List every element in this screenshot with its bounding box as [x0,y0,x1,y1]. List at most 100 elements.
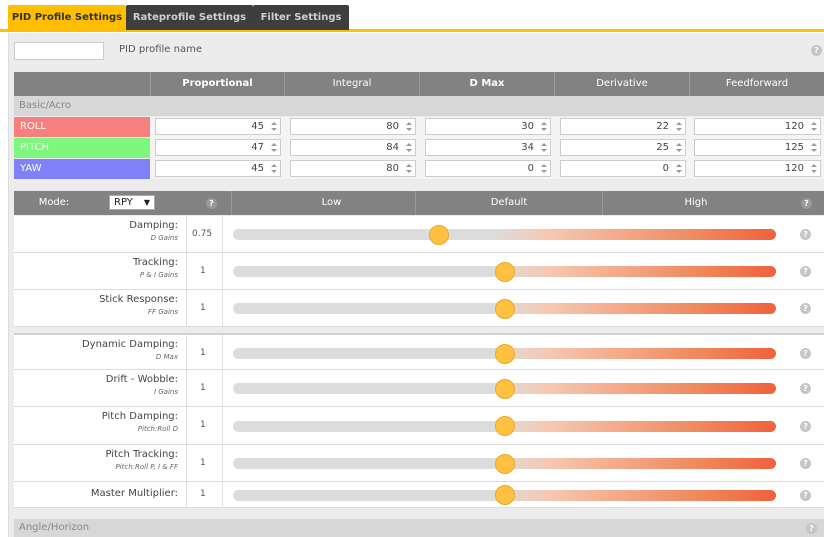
help-icon[interactable]: ? [801,198,812,209]
value-text: 80 [386,163,399,174]
value-text: 120 [784,121,804,132]
spinner-icon[interactable] [811,163,817,174]
header-high: High [602,191,789,215]
column-divider [222,335,223,372]
roll-feedforward-input[interactable]: 120 [694,118,821,135]
help-icon[interactable]: ? [806,523,817,534]
slider-row: Pitch Tracking: Pitch:Roll P, I & FF 1? [14,445,824,482]
slider-sublabel: D Max [155,353,178,361]
slider-handle[interactable] [494,261,515,282]
value-text: 47 [251,142,264,153]
spinner-icon[interactable] [271,142,277,153]
section-angle-horizon: Angle/Horizon [14,519,824,537]
slider-label: Stick Response: FF Gains [14,294,184,316]
section-angle-horizon-label: Angle/Horizon [19,522,90,533]
pitch-derivative-input[interactable]: 25 [560,139,686,156]
pitch-proportional-input[interactable]: 47 [155,139,281,156]
slider-row: Damping: D Gains 0.75? [14,216,824,253]
spinner-icon[interactable] [406,163,412,174]
spinner-icon[interactable] [271,163,277,174]
tab-filter-settings[interactable]: Filter Settings [253,5,349,30]
yaw-proportional-input[interactable]: 45 [155,160,281,177]
pitch-integral-input[interactable]: 84 [290,139,416,156]
slider-label-text: Pitch Damping: [101,411,178,422]
help-icon[interactable]: ? [800,383,811,394]
slider-handle[interactable] [429,224,450,245]
spinner-icon[interactable] [406,121,412,132]
help-icon[interactable]: ? [800,420,811,432]
spinner-icon[interactable] [541,121,547,132]
slider-label: Master Multiplier: [14,488,184,499]
pid-table-header: Proportional Integral D Max Derivative F… [14,72,824,96]
mode-select[interactable]: RPY ▼ [109,195,155,210]
slider-label-text: Drift - Wobble: [105,374,178,385]
spinner-icon[interactable] [676,142,682,153]
spinner-icon[interactable] [676,121,682,132]
column-divider [222,370,223,407]
slider-value: 1 [200,420,206,430]
value-text: 45 [251,121,264,132]
value-text: 0 [527,163,534,174]
yaw-d-max-input[interactable]: 0 [425,160,551,177]
header-default: Default [415,191,602,215]
header-derivative: Derivative [554,72,689,96]
slider-handle[interactable] [494,378,515,399]
slider-track[interactable] [233,229,776,240]
slider-row: Dynamic Damping: D Max 1? [14,333,824,372]
profile-name-label: PID profile name [119,44,202,55]
slider-label: Tracking: P & I Gains [14,257,184,279]
yaw-derivative-input[interactable]: 0 [560,160,686,177]
slider-label: Dynamic Damping: D Max [14,339,184,361]
pitch-feedforward-input[interactable]: 125 [694,139,821,156]
spinner-icon[interactable] [541,163,547,174]
slider-label: Damping: D Gains [14,220,184,242]
value-text: 120 [784,163,804,174]
value-text: 34 [521,142,534,153]
roll-d-max-input[interactable]: 30 [425,118,551,135]
slider-row: Pitch Damping: Pitch:Roll D 1? [14,407,824,445]
spinner-icon[interactable] [406,142,412,153]
slider-sublabel: FF Gains [147,308,178,316]
slider-handle[interactable] [494,453,515,474]
spinner-icon[interactable] [676,163,682,174]
header-low: Low [231,191,431,215]
roll-proportional-input[interactable]: 45 [155,118,281,135]
tab-pid-profile-settings[interactable]: PID Profile Settings [8,5,126,30]
slider-sublabel: I Gains [153,388,178,396]
roll-derivative-input[interactable]: 22 [560,118,686,135]
slider-handle[interactable] [494,416,515,436]
column-divider [186,335,187,372]
spinner-icon[interactable] [811,121,817,132]
slider-handle[interactable] [494,343,515,364]
spinner-icon[interactable] [541,142,547,153]
chevron-down-icon: ▼ [143,198,150,207]
help-icon[interactable]: ? [206,198,217,209]
mode-label: Mode: [38,197,70,208]
help-icon[interactable]: ? [800,266,811,277]
pitch-d-max-input[interactable]: 34 [425,139,551,156]
value-text: 30 [521,121,534,132]
spinner-icon[interactable] [811,142,817,153]
spinner-icon[interactable] [271,121,277,132]
help-icon[interactable]: ? [800,348,811,359]
help-icon[interactable]: ? [811,45,822,56]
tab-bar: PID Profile Settings Rateprofile Setting… [0,0,824,32]
help-icon[interactable]: ? [800,303,811,314]
yaw-feedforward-input[interactable]: 120 [694,160,821,177]
help-icon[interactable]: ? [800,489,811,501]
slider-label-text: Stick Response: [99,294,178,305]
header-proportional: Proportional [150,72,284,96]
column-divider [186,482,187,508]
axis-yaw-label: YAW [14,159,150,179]
slider-handle[interactable] [494,298,515,319]
slider-sublabel: P & I Gains [139,271,178,279]
slider-value: 1 [200,489,206,499]
yaw-integral-input[interactable]: 80 [290,160,416,177]
profile-name-input[interactable] [14,42,104,60]
help-icon[interactable]: ? [800,458,811,469]
slider-label: Pitch Damping: Pitch:Roll D [14,411,184,433]
slider-handle[interactable] [494,485,515,505]
tab-rateprofile-settings[interactable]: Rateprofile Settings [126,5,253,30]
help-icon[interactable]: ? [800,229,811,240]
roll-integral-input[interactable]: 80 [290,118,416,135]
